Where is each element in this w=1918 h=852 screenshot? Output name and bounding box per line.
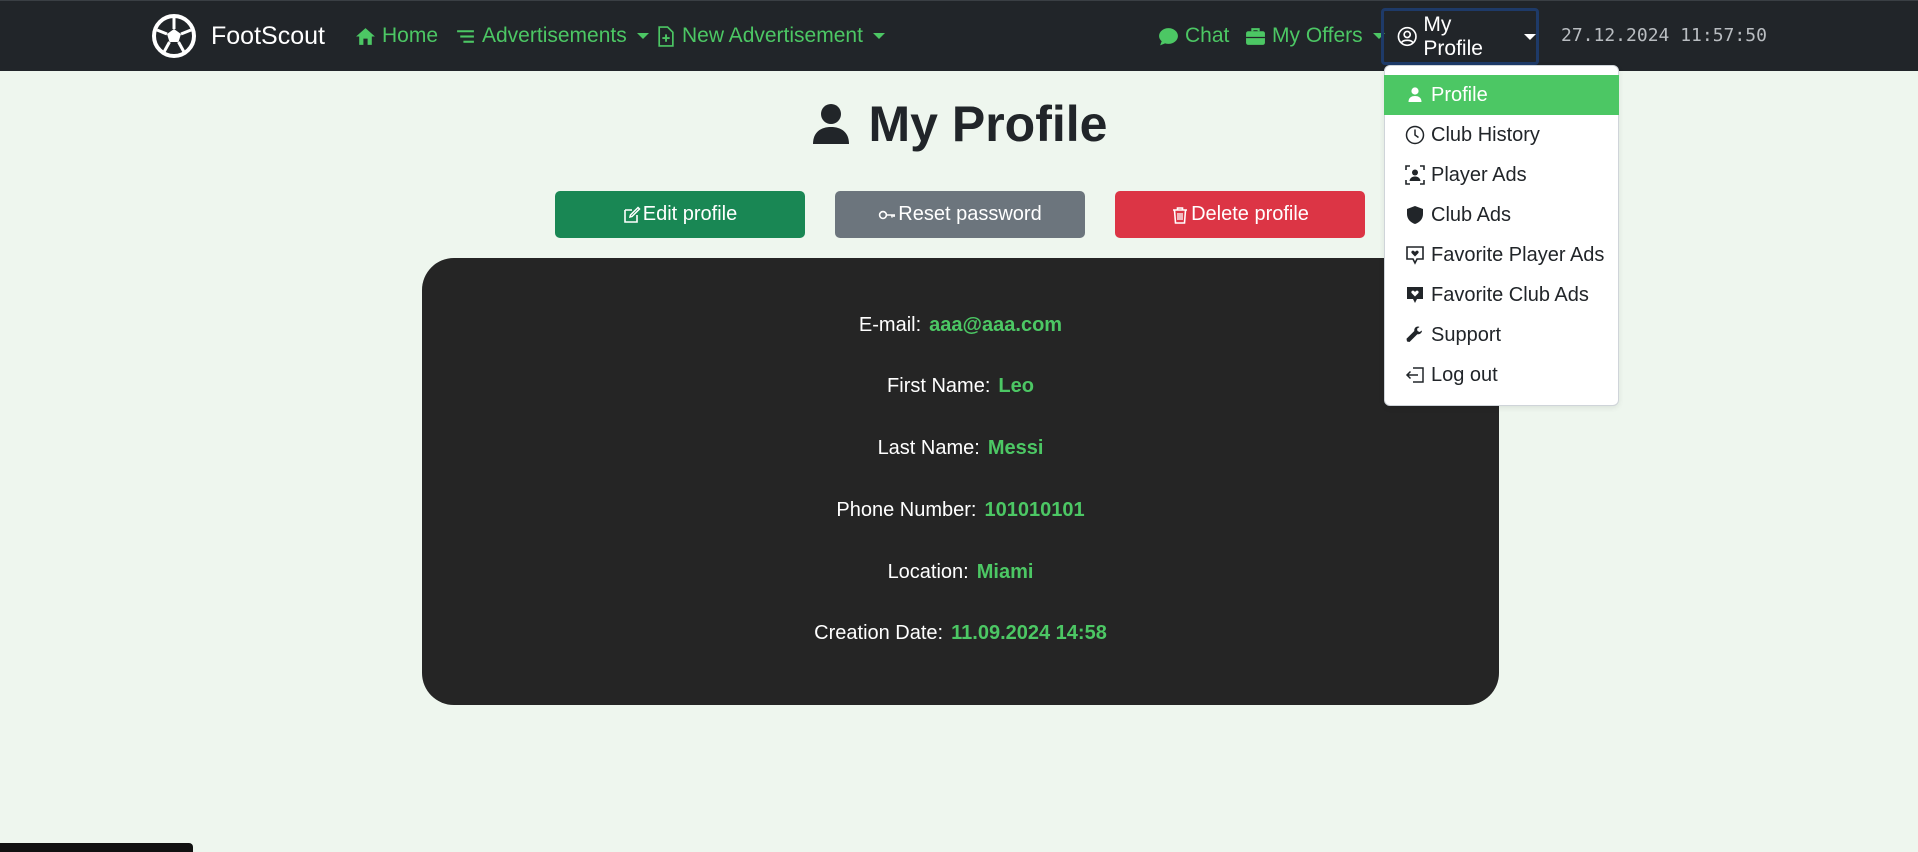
my-profile-label: My Profile	[1423, 12, 1483, 60]
my-profile-dropdown-toggle[interactable]: My Profile	[1381, 8, 1539, 65]
file-plus-icon	[658, 25, 674, 47]
field-label: Phone Number:	[836, 499, 977, 521]
profile-dropdown-menu: Profile Club History Player Ads Club Ads…	[1384, 65, 1619, 406]
field-value: Miami	[976, 561, 1034, 583]
field-location: Location: Miami	[422, 561, 1499, 584]
browser-status-bar	[0, 843, 193, 852]
reset-password-button[interactable]: Reset password	[835, 191, 1085, 238]
delete-profile-label: Delete profile	[1191, 203, 1309, 225]
field-label: Creation Date:	[814, 622, 944, 644]
page-title: My Profile	[0, 95, 1918, 153]
brand-link[interactable]: FootScout	[151, 13, 325, 59]
nav-new-advertisement-label: New Advertisement	[682, 24, 863, 47]
person-icon	[812, 104, 849, 144]
field-label: Location:	[887, 561, 969, 583]
delete-profile-button[interactable]: Delete profile	[1115, 191, 1365, 238]
person-circle-icon	[1397, 26, 1417, 47]
profile-details-card: E-mail: aaa@aaa.com First Name: Leo Last N…	[422, 258, 1499, 705]
nav-home-label: Home	[382, 24, 439, 47]
chat-icon	[1159, 27, 1178, 45]
top-navbar: FootScout Home Advertisements New Advert…	[0, 0, 1918, 71]
menu-item-favorite-player-ads[interactable]: Favorite Player Ads	[1385, 235, 1618, 275]
menu-item-player-ads[interactable]: Player Ads	[1385, 155, 1618, 195]
field-label: E-mail:	[858, 314, 922, 336]
field-value: Messi	[987, 437, 1044, 459]
field-first-name: First Name: Leo	[422, 375, 1499, 398]
soccer-ball-icon	[152, 14, 196, 58]
nav-new-advertisement[interactable]: New Advertisement	[655, 24, 885, 48]
field-label: First Name:	[887, 375, 991, 397]
logout-icon	[1405, 367, 1424, 383]
nav-chat-label: Chat	[1185, 24, 1230, 47]
nav-my-offers[interactable]: My Offers	[1245, 24, 1385, 48]
edit-profile-label: Edit profile	[642, 203, 738, 225]
menu-item-profile[interactable]: Profile	[1384, 75, 1619, 115]
nav-advertisements-label: Advertisements	[482, 24, 627, 47]
menu-item-label: Favorite Club Ads	[1431, 283, 1589, 306]
chat-heart-fill-icon	[1407, 287, 1423, 303]
list-icon	[457, 29, 474, 43]
menu-item-label: Favorite Player Ads	[1431, 243, 1605, 266]
key-icon	[879, 210, 896, 219]
person-icon	[1408, 87, 1422, 102]
menu-item-label: Player Ads	[1431, 163, 1527, 186]
field-value: 11.09.2024 14:58	[951, 622, 1107, 644]
menu-item-label: Club Ads	[1431, 203, 1512, 226]
menu-item-label: Log out	[1431, 363, 1498, 386]
field-value: aaa@aaa.com	[929, 314, 1063, 336]
nav-advertisements[interactable]: Advertisements	[455, 24, 649, 48]
pencil-square-icon	[623, 205, 641, 223]
nav-chat[interactable]: Chat	[1158, 24, 1229, 48]
field-creation-date: Creation Date: 11.09.2024 14:58	[422, 622, 1499, 645]
chevron-down-icon	[636, 33, 649, 39]
menu-item-label: Profile	[1431, 83, 1488, 106]
field-email: E-mail: aaa@aaa.com	[422, 314, 1499, 337]
page-title-text: My Profile	[868, 96, 1108, 152]
shield-icon	[1407, 206, 1423, 224]
reset-password-label: Reset password	[898, 203, 1042, 225]
wrench-icon	[1406, 326, 1422, 342]
field-label: Last Name:	[877, 437, 980, 459]
edit-profile-button[interactable]: Edit profile	[555, 191, 805, 238]
menu-item-label: Club History	[1431, 123, 1540, 146]
field-phone-number: Phone Number: 101010101	[422, 499, 1499, 522]
nav-home[interactable]: Home	[355, 24, 438, 48]
chevron-down-icon	[872, 33, 885, 39]
menu-item-label: Support	[1431, 323, 1502, 346]
brand-name: FootScout	[211, 21, 325, 50]
chevron-down-icon	[1524, 33, 1536, 40]
clock-icon	[1405, 125, 1425, 145]
menu-item-log-out[interactable]: Log out	[1385, 355, 1618, 395]
field-value: Leo	[998, 375, 1034, 397]
trash-icon	[1173, 206, 1188, 224]
chat-heart-icon	[1406, 246, 1424, 265]
menu-item-support[interactable]: Support	[1385, 315, 1618, 355]
field-value: 101010101	[984, 499, 1085, 521]
current-datetime: 27.12.2024 11:57:50	[1561, 25, 1767, 46]
menu-item-favorite-club-ads[interactable]: Favorite Club Ads	[1385, 275, 1618, 315]
menu-item-club-history[interactable]: Club History	[1385, 115, 1618, 155]
briefcase-icon	[1246, 27, 1265, 45]
house-icon	[356, 27, 375, 45]
person-badge-icon	[1405, 165, 1425, 185]
nav-my-offers-label: My Offers	[1272, 24, 1363, 47]
menu-item-club-ads[interactable]: Club Ads	[1385, 195, 1618, 235]
field-last-name: Last Name: Messi	[422, 437, 1499, 460]
